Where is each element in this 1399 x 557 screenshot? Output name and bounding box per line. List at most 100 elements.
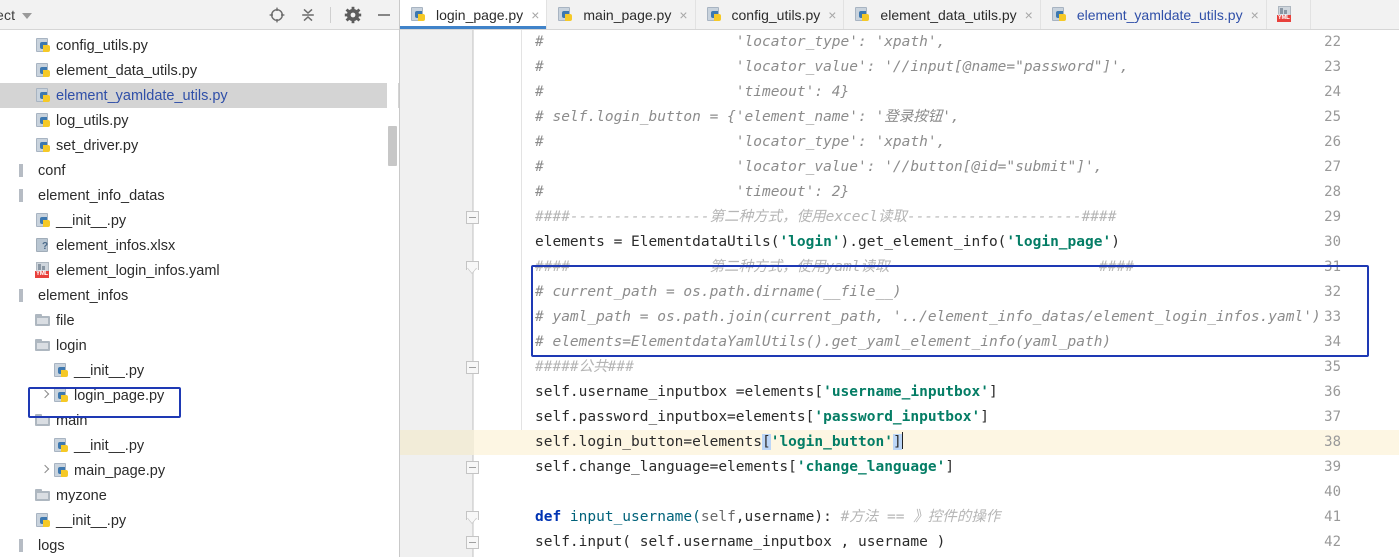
code-line[interactable]: # current_path = os.path.dirname(__file_… xyxy=(535,280,1399,305)
code-line[interactable]: # elements=ElementdataYamlUtils().get_ya… xyxy=(535,330,1399,355)
tree-item[interactable]: __init__.py xyxy=(0,208,399,233)
sidebar-scrollbar-track[interactable] xyxy=(387,30,398,557)
tree-item[interactable]: ? element_infos.xlsx xyxy=(0,233,399,258)
minimize-icon[interactable] xyxy=(375,6,393,24)
close-icon[interactable]: × xyxy=(531,8,539,22)
code-fold-marker[interactable] xyxy=(466,511,479,524)
tree-item[interactable]: element_yamldate_utils.py xyxy=(0,83,399,108)
tree-item[interactable]: main xyxy=(0,408,399,433)
project-panel-header: ect xyxy=(0,0,399,30)
tree-item[interactable]: config_utils.py xyxy=(0,33,399,58)
panel-toolbar xyxy=(268,0,393,30)
close-icon[interactable]: × xyxy=(1251,8,1259,22)
tree-item-label: login xyxy=(56,337,87,354)
code-line[interactable]: self.username_inputbox =elements['userna… xyxy=(535,380,1399,405)
project-panel-title: ect xyxy=(0,6,16,23)
code-line[interactable]: self.input( self.username_inputbox , use… xyxy=(535,530,1399,555)
tree-item[interactable]: logs xyxy=(0,533,399,557)
tree-item[interactable]: __init__.py xyxy=(0,508,399,533)
code-token: def xyxy=(535,509,570,525)
code-token: # self.login_button = {'element_name': '… xyxy=(535,109,960,125)
code-line[interactable]: # 'locator_type': 'xpath', xyxy=(535,130,1399,155)
code-line[interactable]: self.login_button=elements['login_button… xyxy=(535,430,1399,455)
folder-icon xyxy=(35,487,52,504)
tree-item[interactable]: main_page.py xyxy=(0,458,399,483)
tree-item[interactable]: myzone xyxy=(0,483,399,508)
tree-item[interactable]: __init__.py xyxy=(0,433,399,458)
editor-tab[interactable]: login_page.py × xyxy=(400,0,548,29)
close-icon[interactable]: × xyxy=(828,8,836,22)
code-line[interactable]: self.change_language=elements['change_la… xyxy=(535,455,1399,480)
code-fold-marker[interactable] xyxy=(466,536,479,549)
python-file-icon xyxy=(35,212,52,229)
editor-tab[interactable]: element_data_utils.py × xyxy=(844,0,1041,29)
close-icon[interactable]: × xyxy=(1025,8,1033,22)
editor-tab[interactable]: main_page.py × xyxy=(547,0,696,29)
code-line[interactable]: # self.login_button = {'element_name': '… xyxy=(535,105,1399,130)
tree-item-label: element_infos.xlsx xyxy=(56,237,176,254)
python-file-icon xyxy=(53,362,70,379)
project-sidebar: ect xyxy=(0,0,400,557)
tree-item[interactable]: element_info_datas xyxy=(0,183,399,208)
collapse-all-icon[interactable] xyxy=(299,6,317,24)
tree-item[interactable]: file xyxy=(0,308,399,333)
code-line[interactable]: #####公共### xyxy=(535,355,1399,380)
tree-item[interactable]: element_data_utils.py xyxy=(0,58,399,83)
code-line[interactable]: #### 第二种方式，使用yaml读取 #### xyxy=(535,255,1399,280)
sidebar-scrollbar-thumb[interactable] xyxy=(388,126,397,166)
editor-tab[interactable]: config_utils.py × xyxy=(696,0,845,29)
editor-tab-bar[interactable]: login_page.py × main_page.py × config_utils.… xyxy=(400,0,1399,30)
project-tree[interactable]: config_utils.py element_data_utils.py elem… xyxy=(0,30,399,557)
code-line[interactable]: # 'locator_value': '//button[@id="submit… xyxy=(535,155,1399,180)
tree-item[interactable]: __init__.py xyxy=(0,358,399,383)
code-line[interactable] xyxy=(535,480,1399,505)
code-fold-marker[interactable] xyxy=(466,461,479,474)
code-token: 'login_button' xyxy=(770,434,893,450)
gear-icon[interactable] xyxy=(344,6,362,24)
code-line[interactable]: ####----------------第二种方式，使用excecl读取----… xyxy=(535,205,1399,230)
chevron-right-icon[interactable] xyxy=(39,389,52,402)
locate-target-icon[interactable] xyxy=(268,6,286,24)
code-line[interactable]: # yaml_path = os.path.join(current_path,… xyxy=(535,305,1399,330)
tree-item[interactable]: login_page.py xyxy=(0,383,399,408)
tree-item[interactable]: log_utils.py xyxy=(0,108,399,133)
editor-tab[interactable]: element_yamldate_utils.py × xyxy=(1041,0,1267,29)
code-token: # 'timeout': 2} xyxy=(535,184,850,200)
chevron-right-icon[interactable] xyxy=(39,464,52,477)
code-fold-marker[interactable] xyxy=(466,211,479,224)
python-file-icon xyxy=(53,462,70,479)
code-line[interactable]: def input_username(self,username): #方法 =… xyxy=(535,505,1399,530)
code-line[interactable]: # 'timeout': 2} xyxy=(535,180,1399,205)
tree-item[interactable]: element_infos xyxy=(0,283,399,308)
code-token: 'login_page' xyxy=(1006,234,1112,250)
code-line[interactable]: # 'locator_type': 'xpath', xyxy=(535,30,1399,55)
code-line[interactable]: # 'locator_value': '//input[@name="passw… xyxy=(535,55,1399,80)
python-file-icon xyxy=(35,512,52,529)
tree-item[interactable]: set_driver.py xyxy=(0,133,399,158)
tree-item[interactable]: conf xyxy=(0,158,399,183)
code-area[interactable]: 22 # 'locator_type': 'xpath', 23 # 'locator… xyxy=(400,30,1399,557)
tree-item[interactable]: login xyxy=(0,333,399,358)
close-icon[interactable]: × xyxy=(679,8,687,22)
code-token: self.username_inputbox =elements[ xyxy=(535,384,824,400)
module-icon xyxy=(17,537,34,554)
editor-tab[interactable]: YML xyxy=(1267,0,1311,29)
current-line-gutter-highlight xyxy=(400,430,474,455)
code-fold-marker[interactable] xyxy=(466,361,479,374)
tree-item[interactable]: YML element_login_infos.yaml xyxy=(0,258,399,283)
code-line[interactable]: elements = ElementdataUtils('login').get… xyxy=(535,230,1399,255)
code-token: self.login_button=elements xyxy=(535,434,762,450)
code-line[interactable]: self.password_inputbox=elements['passwor… xyxy=(535,405,1399,430)
chevron-down-icon[interactable] xyxy=(22,13,33,19)
code-line[interactable]: # 'timeout': 4} xyxy=(535,80,1399,105)
editor-tab-label: main_page.py xyxy=(583,6,672,23)
folder-icon xyxy=(35,412,52,429)
code-fold-marker[interactable] xyxy=(466,261,479,274)
code-lines[interactable]: 22 # 'locator_type': 'xpath', 23 # 'locator… xyxy=(400,30,1399,557)
tree-item-label: main xyxy=(56,412,88,429)
